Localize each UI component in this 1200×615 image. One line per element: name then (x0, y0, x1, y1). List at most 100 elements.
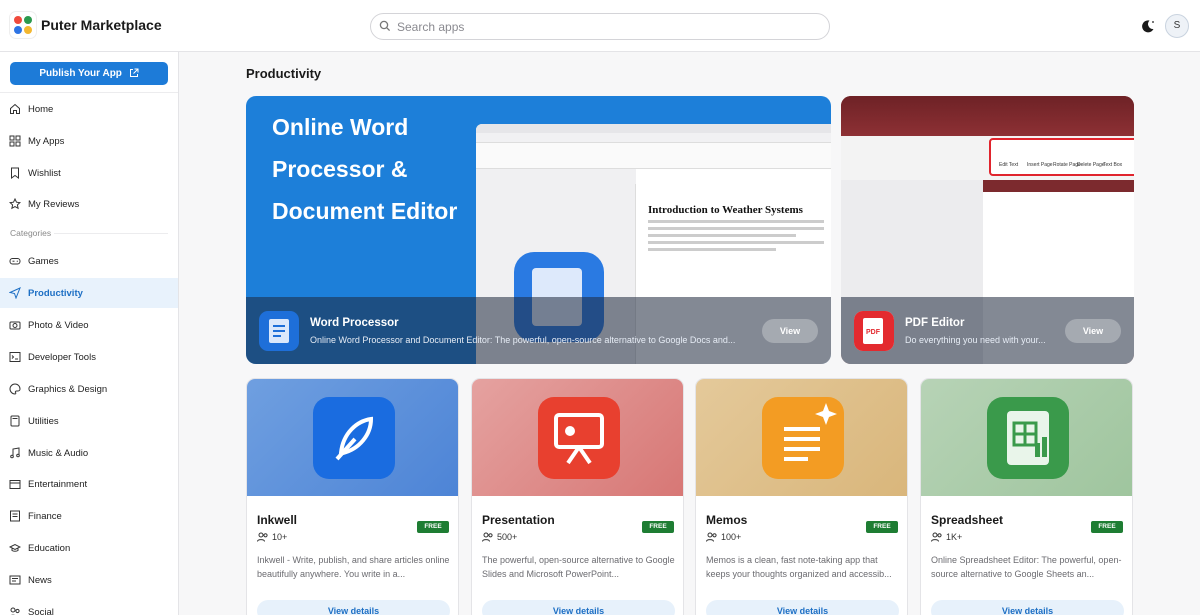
sidebar-item-label: Finance (28, 511, 62, 522)
featured-app-description: Do everything you need with your... (905, 335, 1046, 345)
sidebar-item-label: Entertainment (28, 479, 88, 490)
user-count: 1K+ (931, 532, 962, 542)
education-icon (9, 543, 21, 552)
sidebar-item-news[interactable]: News (0, 565, 178, 595)
palette-icon (9, 383, 21, 395)
moon-icon (1142, 20, 1154, 33)
view-details-button[interactable]: View details (706, 600, 899, 615)
sidebar-item-label: Social (28, 607, 54, 615)
home-icon (10, 103, 20, 114)
sidebar-item-entertainment[interactable]: Entertainment (0, 469, 178, 499)
sidebar-item-developer-tools[interactable]: Developer Tools (0, 342, 178, 372)
sidebar-item-label: Photo & Video (28, 320, 89, 331)
sidebar-item-social[interactable]: Social (0, 597, 178, 615)
sidebar-item-photo-video[interactable]: Photo & Video (0, 310, 178, 340)
app-name[interactable]: Spreadsheet (931, 513, 1003, 527)
pdf-toolbar-label: Delete Page (1077, 162, 1105, 168)
search-icon (379, 20, 391, 32)
sidebar-item-label: Developer Tools (28, 352, 96, 363)
pdf-editor-titlebar (841, 96, 1134, 136)
view-details-button[interactable]: View details (931, 600, 1124, 615)
sidebar-item-home[interactable]: Home (0, 94, 178, 124)
categories-divider (54, 233, 168, 234)
memo-icon (762, 397, 844, 479)
send-icon (9, 287, 21, 299)
pdf-toolbar-label: Text Box (1103, 162, 1123, 168)
app-card-inkwell[interactable]: Inkwell FREE 10+ Inkwell - Write, publis… (246, 378, 459, 615)
sidebar-item-wishlist[interactable]: Wishlist (0, 158, 178, 188)
social-icon (10, 607, 20, 615)
app-card-presentation[interactable]: Presentation FREE 500+ The powerful, ope… (471, 378, 684, 615)
sidebar-item-my-reviews[interactable]: My Reviews (0, 189, 178, 219)
music-icon (10, 447, 20, 459)
view-details-button[interactable]: View details (257, 600, 450, 615)
pdf-toolbar-label: Edit Text (999, 162, 1019, 168)
pdf-toolbar-highlight: Edit Text Insert Page Rotate Page Delete… (989, 138, 1134, 176)
sidebar-item-label: Productivity (28, 288, 83, 299)
sidebar-item-games[interactable]: Games (0, 246, 178, 276)
sidebar-item-label: News (28, 575, 52, 586)
featured-app-name[interactable]: Word Processor (310, 317, 399, 329)
users-icon (257, 532, 268, 542)
sidebar-item-utilities[interactable]: Utilities (0, 406, 178, 436)
spreadsheet-icon (987, 397, 1069, 479)
publish-app-button[interactable]: Publish Your App (10, 62, 168, 85)
view-details-button[interactable]: View details (482, 600, 675, 615)
ticket-icon (9, 480, 21, 489)
sidebar-item-finance[interactable]: Finance (0, 501, 178, 531)
feather-icon (313, 397, 395, 479)
user-count-value: 10+ (272, 532, 288, 542)
page-title: Productivity (246, 66, 322, 81)
app-name[interactable]: Memos (706, 513, 747, 527)
app-name[interactable]: Presentation (482, 513, 555, 527)
search-input[interactable] (397, 18, 817, 36)
view-button[interactable]: View (762, 319, 818, 343)
user-count-value: 500+ (497, 532, 518, 542)
sidebar-item-productivity[interactable]: Productivity (0, 278, 178, 308)
app-card-spreadsheet[interactable]: Spreadsheet FREE 1K+ Online Spreadsheet … (920, 378, 1133, 615)
featured-app-description: Online Word Processor and Document Edito… (310, 335, 736, 345)
featured-card-pdf-editor[interactable]: Edit Text Insert Page Rotate Page Delete… (841, 96, 1134, 364)
sidebar-item-label: My Apps (28, 136, 65, 147)
presentation-icon (538, 397, 620, 479)
brand-title[interactable]: Puter Marketplace (41, 17, 162, 33)
user-count-value: 1K+ (946, 532, 963, 542)
sidebar-item-label: My Reviews (28, 199, 80, 210)
user-count-value: 100+ (721, 532, 742, 542)
featured-info-bar: Word Processor Online Word Processor and… (246, 297, 831, 364)
apps-icon (9, 135, 21, 147)
sidebar-item-label: Utilities (28, 416, 59, 427)
app-name[interactable]: Inkwell (257, 513, 297, 527)
free-badge: FREE (866, 521, 898, 533)
theme-toggle-button[interactable] (1137, 15, 1159, 37)
categories-heading: Categories (10, 228, 52, 238)
sidebar-item-graphics-design[interactable]: Graphics & Design (0, 374, 178, 404)
featured-app-name[interactable]: PDF Editor (905, 317, 964, 329)
screenshot-heading: Introduction to Weather Systems (648, 204, 803, 216)
featured-card-word-processor[interactable]: Online Word Processor & Document Editor … (246, 96, 831, 364)
sidebar-item-label: Wishlist (28, 168, 61, 179)
puter-logo-icon[interactable] (10, 12, 36, 38)
sidebar-item-education[interactable]: Education (0, 533, 178, 563)
app-description: Inkwell - Write, publish, and share arti… (257, 555, 450, 579)
app-description: The powerful, open-source alternative to… (482, 555, 675, 579)
featured-hero-text: Online Word Processor & Document Editor (272, 114, 458, 224)
free-badge: FREE (417, 521, 449, 533)
sidebar-item-label: Games (28, 256, 59, 267)
user-count: 10+ (257, 532, 287, 542)
pdf-toolbar-label: Insert Page (1027, 162, 1053, 168)
search-box[interactable] (370, 13, 830, 40)
gamepad-icon (9, 258, 21, 265)
top-header: Puter Marketplace S (0, 0, 1200, 52)
sidebar-item-my-apps[interactable]: My Apps (0, 126, 178, 156)
sidebar: Publish Your App Home My Apps Wishlist M… (0, 52, 179, 615)
view-button[interactable]: View (1065, 319, 1121, 343)
sidebar-item-label: Home (28, 104, 54, 115)
user-count: 500+ (482, 532, 517, 542)
app-card-memos[interactable]: Memos FREE 100+ Memos is a clean, fast n… (695, 378, 908, 615)
sidebar-item-label: Music & Audio (28, 448, 89, 459)
user-avatar[interactable]: S (1165, 14, 1189, 38)
users-icon (482, 532, 493, 542)
sidebar-item-music-audio[interactable]: Music & Audio (0, 438, 178, 468)
pdf-editor-icon: PDF (854, 311, 894, 351)
